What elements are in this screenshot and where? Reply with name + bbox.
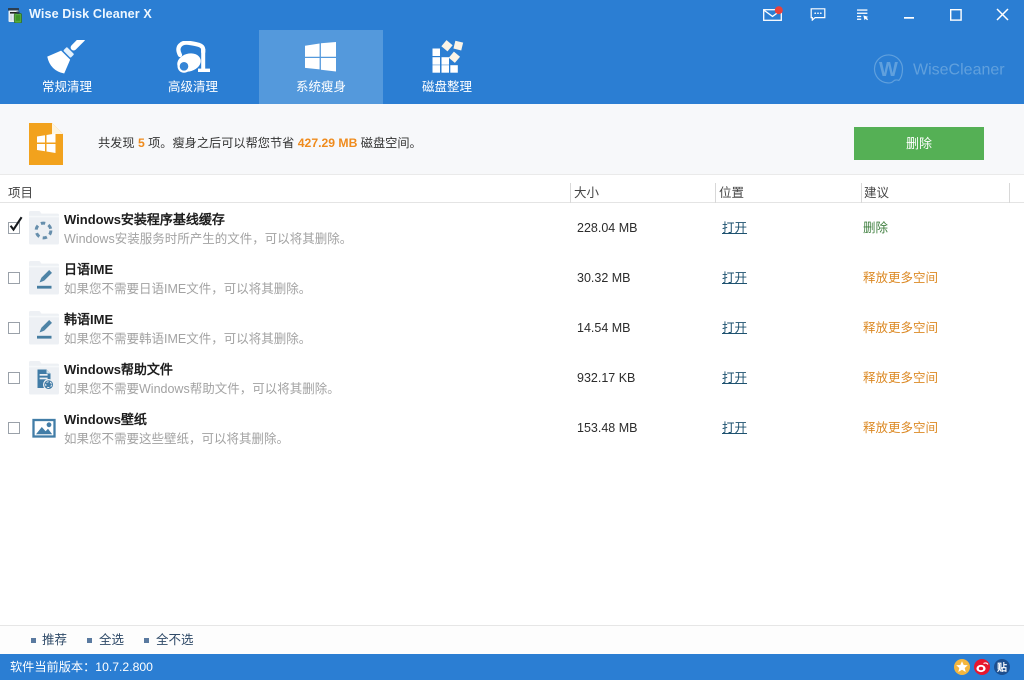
svg-text:W: W <box>879 59 898 81</box>
svg-text:贴: 贴 <box>996 661 1007 674</box>
svg-text:WiseCleaner: WiseCleaner <box>913 62 1005 79</box>
